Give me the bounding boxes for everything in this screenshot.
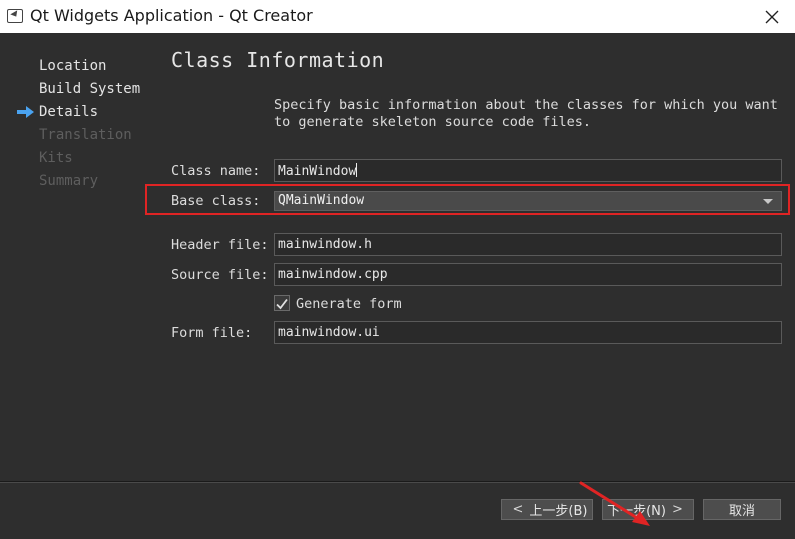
step-details: Details <box>39 104 99 120</box>
step-translation: Translation <box>39 127 132 143</box>
header-file-value: mainwindow.h <box>278 237 372 252</box>
annotation-highlight-box <box>145 184 790 215</box>
form-file-value: mainwindow.ui <box>278 325 380 340</box>
generate-form-label: Generate form <box>296 296 402 312</box>
form-file-input[interactable]: mainwindow.ui <box>274 321 782 344</box>
class-name-input[interactable]: MainWindow <box>274 159 782 182</box>
class-name-label: Class name: <box>171 163 261 179</box>
class-name-value: MainWindow <box>278 164 357 179</box>
header-file-label: Header file: <box>171 237 269 253</box>
page-title: Class Information <box>171 48 385 72</box>
annotation-arrow-icon <box>579 481 650 526</box>
chevron-right-icon: > <box>671 502 683 517</box>
step-kits: Kits <box>39 150 73 166</box>
header-file-input[interactable]: mainwindow.h <box>274 233 782 256</box>
wizard-steps-list: Location Build System Details Translatio… <box>39 55 140 193</box>
title-bar: Qt Widgets Application - Qt Creator <box>0 0 795 33</box>
source-file-input[interactable]: mainwindow.cpp <box>274 263 782 286</box>
source-file-label: Source file: <box>171 267 269 283</box>
window-title: Qt Widgets Application - Qt Creator <box>30 6 313 25</box>
qt-creator-app-icon <box>7 9 23 23</box>
text-caret <box>356 163 358 177</box>
current-step-arrow-icon <box>17 106 34 118</box>
checkmark-icon <box>276 298 288 310</box>
button-bar-divider-highlight <box>0 482 795 483</box>
chevron-left-icon: < <box>512 502 524 517</box>
form-file-label: Form file: <box>171 325 253 341</box>
close-window-button[interactable] <box>749 0 795 33</box>
close-icon <box>765 10 779 23</box>
cancel-button[interactable]: 取消 <box>703 499 781 520</box>
generate-form-checkbox[interactable] <box>274 295 290 311</box>
cancel-button-label: 取消 <box>728 504 755 519</box>
source-file-value: mainwindow.cpp <box>278 267 388 282</box>
step-location: Location <box>39 58 107 74</box>
page-description: Specify basic information about the clas… <box>274 97 778 130</box>
step-build-system: Build System <box>39 81 141 97</box>
wizard-window: Location Build System Details Translatio… <box>0 33 795 539</box>
step-summary: Summary <box>39 173 99 189</box>
